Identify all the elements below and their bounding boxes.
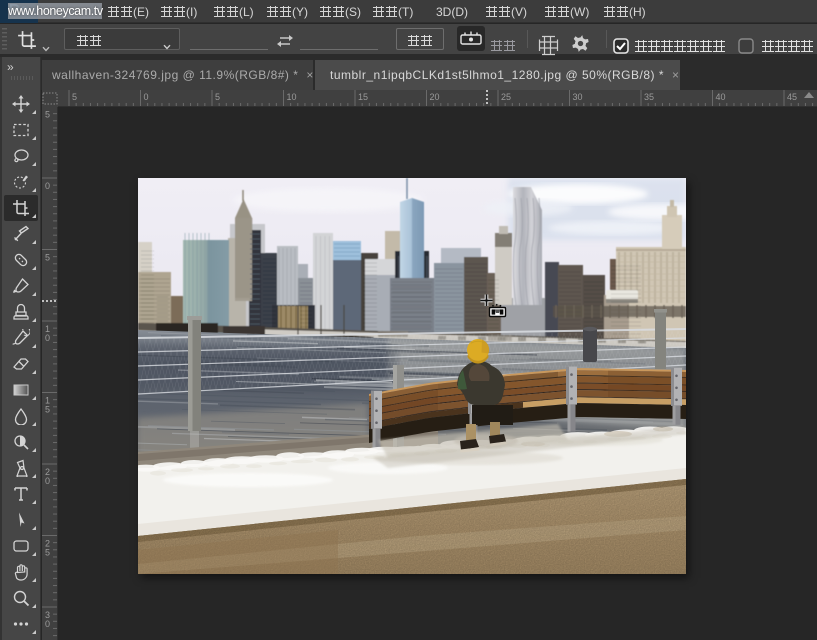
svg-text:0: 0 (45, 181, 50, 191)
svg-text:5: 5 (72, 92, 77, 102)
svg-text:0: 0 (45, 476, 50, 486)
svg-text:30: 30 (573, 92, 583, 102)
svg-text:0: 0 (45, 333, 50, 343)
svg-text:5: 5 (45, 548, 50, 558)
svg-text:35: 35 (644, 92, 654, 102)
svg-text:20: 20 (430, 92, 440, 102)
svg-text:15: 15 (358, 92, 368, 102)
svg-text:5: 5 (45, 405, 50, 415)
svg-text:5: 5 (215, 92, 220, 102)
svg-text:0: 0 (45, 619, 50, 629)
svg-text:25: 25 (501, 92, 511, 102)
svg-text:0: 0 (144, 92, 149, 102)
svg-text:10: 10 (287, 92, 297, 102)
svg-text:40: 40 (716, 92, 726, 102)
svg-text:5: 5 (45, 253, 50, 263)
svg-text:5: 5 (45, 110, 50, 120)
svg-text:45: 45 (787, 92, 797, 102)
